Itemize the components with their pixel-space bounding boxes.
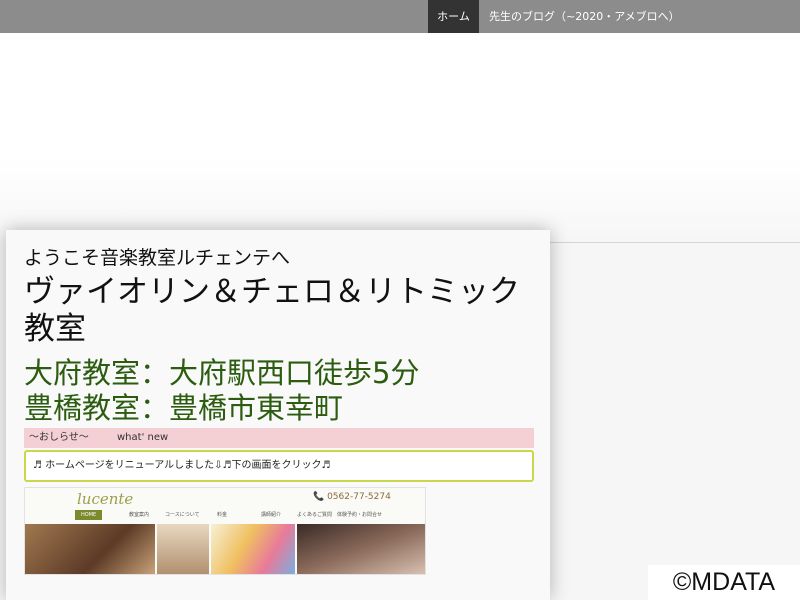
thumbnail-nav-item: コースについて (165, 512, 200, 518)
thumbnail-nav-item: よくあるご質問 (297, 512, 333, 518)
news-header-english: what' new (117, 432, 169, 443)
page-title: ヴァイオリン＆チェロ＆リトミック教室 (24, 274, 520, 347)
thumbnail-nav: HOME 教室案内 コースについて 料金 講師紹介 よくあるご質問 体験予約・お… (75, 510, 382, 520)
news-item-text: ♬ ホームページをリニューアルしました⇩♬下の画面をクリック♬ (33, 460, 331, 471)
welcome-text: ようこそ音楽教室ルチェンテへ (24, 247, 291, 269)
main-content-card: ようこそ音楽教室ルチェンテへ ヴァイオリン＆チェロ＆リトミック教室 大府教室：大… (6, 230, 550, 600)
location-toyohashi: 豊橋教室：豊橋市東幸町 (24, 391, 344, 425)
music-notes-image (211, 524, 295, 574)
top-navigation: ホーム 先生のブログ（~2020・アメブロへ） (0, 0, 800, 33)
news-header: ～おしらせ～ what' new (24, 428, 534, 448)
thumbnail-nav-item: 料金 (217, 512, 228, 518)
thumbnail-nav-item: HOME (75, 510, 103, 520)
divider (550, 242, 800, 243)
watermark: ©MDATA (648, 565, 800, 600)
lesson-photo (25, 524, 155, 574)
thumbnail-photos (25, 524, 425, 574)
news-header-label: ～おしらせ～ (29, 432, 89, 443)
thumbnail-nav-item: 講師紹介 (261, 512, 282, 518)
lesson-photo (297, 524, 425, 574)
nav-home-link[interactable]: ホーム (428, 0, 479, 33)
thumbnail-nav-item: 体験予約・お問合せ (337, 512, 383, 518)
lesson-photo (157, 524, 209, 574)
hero-area (0, 33, 800, 242)
thumbnail-logo: lucente (77, 490, 134, 508)
thumbnail-nav-item: 教室案内 (129, 512, 150, 518)
nav-blog-link[interactable]: 先生のブログ（~2020・アメブロへ） (489, 0, 680, 33)
new-site-thumbnail-link[interactable]: lucente 📞 0562-77-5274 HOME 教室案内 コースについて… (24, 487, 426, 575)
thumbnail-phone: 📞 0562-77-5274 (313, 492, 391, 502)
news-item: ♬ ホームページをリニューアルしました⇩♬下の画面をクリック♬ (24, 450, 534, 482)
